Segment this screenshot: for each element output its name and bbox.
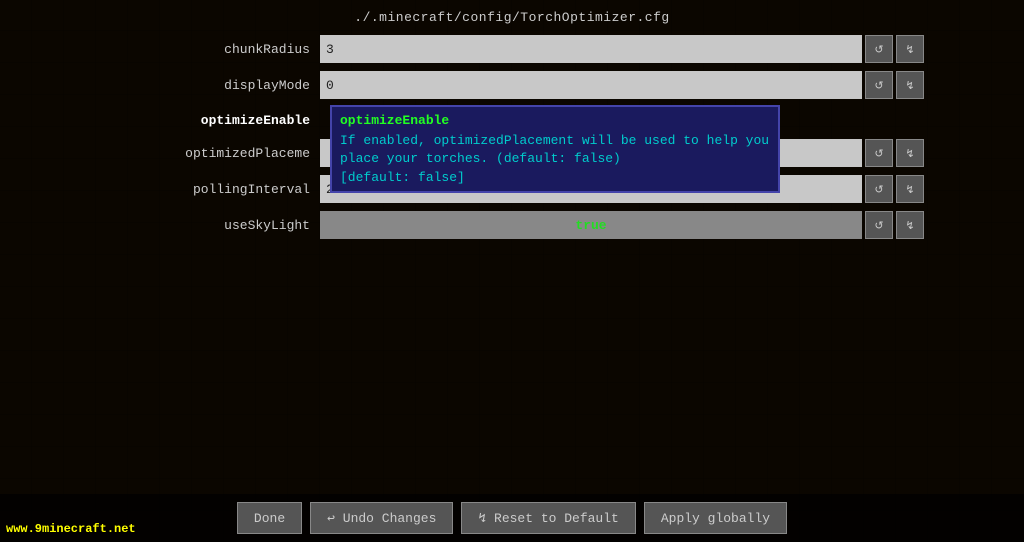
label-pollingInterval: pollingInterval: [100, 182, 320, 197]
input-displayMode[interactable]: [320, 71, 862, 99]
config-row-useSkyLight: useSkyLight true ↺ ↯: [100, 209, 924, 241]
config-row-displayMode: displayMode ↺ ↯: [100, 69, 924, 101]
bottom-bar: Done ↩ Undo Changes ↯ Reset to Default A…: [0, 494, 1024, 542]
info-btn-optimizedPlacement[interactable]: ↯: [896, 139, 924, 167]
info-btn-displayMode[interactable]: ↯: [896, 71, 924, 99]
toggle-useSkyLight[interactable]: true: [320, 211, 862, 239]
tooltip-popup: optimizeEnable If enabled, optimizedPlac…: [330, 105, 780, 193]
config-row-optimizeEnable: optimizeEnable optimizeEnable If enabled…: [100, 105, 924, 133]
label-useSkyLight: useSkyLight: [100, 218, 320, 233]
undo-button[interactable]: ↩ Undo Changes: [310, 502, 453, 534]
info-btn-chunkRadius[interactable]: ↯: [896, 35, 924, 63]
tooltip-body: If enabled, optimizedPlacement will be u…: [340, 132, 770, 168]
config-row-chunkRadius: chunkRadius ↺ ↯: [100, 33, 924, 65]
reset-btn-optimizedPlacement[interactable]: ↺: [865, 139, 893, 167]
reset-btn-displayMode[interactable]: ↺: [865, 71, 893, 99]
reset-btn-useSkyLight[interactable]: ↺: [865, 211, 893, 239]
label-optimizedPlacement: optimizedPlaceme: [100, 146, 320, 161]
tooltip-default: [default: false]: [340, 170, 770, 185]
window-title: ./.minecraft/config/TorchOptimizer.cfg: [0, 0, 1024, 33]
reset-btn-pollingInterval[interactable]: ↺: [865, 175, 893, 203]
info-btn-pollingInterval[interactable]: ↯: [896, 175, 924, 203]
config-area: chunkRadius ↺ ↯ displayMode ↺ ↯ optimize…: [0, 33, 1024, 241]
apply-globally-button[interactable]: Apply globally: [644, 502, 787, 534]
label-displayMode: displayMode: [100, 78, 320, 93]
tooltip-title: optimizeEnable: [340, 113, 770, 128]
label-optimizeEnable: optimizeEnable: [100, 111, 320, 128]
watermark: www.9minecraft.net: [6, 522, 136, 536]
done-button[interactable]: Done: [237, 502, 302, 534]
label-chunkRadius: chunkRadius: [100, 42, 320, 57]
reset-btn-chunkRadius[interactable]: ↺: [865, 35, 893, 63]
input-chunkRadius[interactable]: [320, 35, 862, 63]
info-btn-useSkyLight[interactable]: ↯: [896, 211, 924, 239]
reset-default-button[interactable]: ↯ Reset to Default: [461, 502, 635, 534]
